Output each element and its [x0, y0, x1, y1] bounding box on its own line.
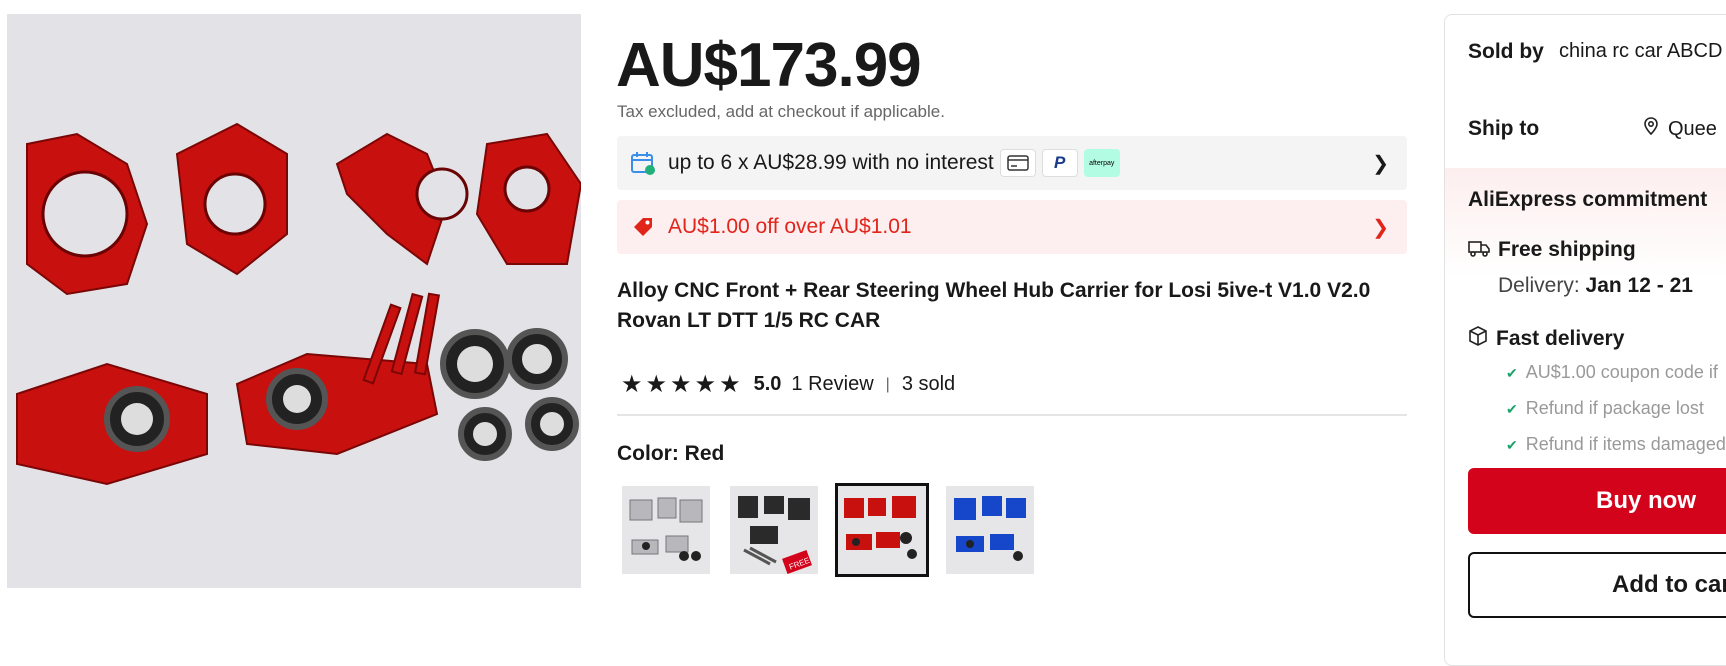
star-icon: ★: [719, 371, 741, 398]
ship-to-selector[interactable]: Quee: [1644, 117, 1717, 141]
commitment-section: [1445, 168, 1726, 468]
calendar-icon: [630, 150, 656, 176]
star-icon: ★: [621, 371, 643, 398]
box-icon: [1468, 326, 1488, 351]
perk-item: ✔ AU$1.00 coupon code if: [1506, 362, 1718, 382]
tax-note: Tax excluded, add at checkout if applica…: [617, 102, 945, 121]
chevron-right-icon: ❯: [1372, 217, 1389, 239]
coupon-bar[interactable]: AU$1.00 off over AU$1.01 ❯: [617, 200, 1407, 254]
delivery-row: Delivery: Jan 12 - 21: [1498, 274, 1693, 298]
color-label: Color: Red: [617, 442, 725, 465]
delivery-dates: Jan 12 - 21: [1585, 274, 1693, 297]
installment-text: up to 6 x AU$28.99 with no interest: [668, 151, 994, 174]
color-option-silver[interactable]: [622, 486, 710, 574]
star-icon: ★: [694, 371, 717, 398]
installment-bar[interactable]: up to 6 x AU$28.99 with no interest P af…: [617, 136, 1407, 190]
fast-delivery-label: Fast delivery: [1496, 326, 1625, 350]
perk-item: ✔ Refund if items damaged: [1506, 434, 1726, 454]
add-to-cart-button[interactable]: Add to car: [1468, 552, 1726, 618]
main-product-image[interactable]: [7, 14, 581, 588]
fast-delivery-row[interactable]: Fast delivery: [1468, 326, 1624, 351]
coupon-text: AU$1.00 off over AU$1.01: [668, 215, 912, 238]
free-shipping-label: Free shipping: [1498, 238, 1636, 261]
review-count[interactable]: 1 Review: [791, 373, 873, 396]
free-shipping-row[interactable]: Free shipping: [1468, 238, 1636, 262]
product-title: Alloy CNC Front + Rear Steering Wheel Hu…: [617, 279, 1371, 332]
check-icon: ✔: [1506, 437, 1518, 453]
color-option-black[interactable]: FREE: [730, 486, 818, 574]
divider: |: [885, 375, 890, 393]
card-icon: [999, 149, 1036, 177]
star-icon: ★: [670, 371, 692, 398]
rating-score: 5.0: [753, 373, 782, 395]
check-icon: ✔: [1506, 365, 1518, 381]
paypal-icon: P: [1041, 149, 1078, 177]
delivery-label: Delivery:: [1498, 274, 1580, 297]
check-icon: ✔: [1506, 401, 1518, 417]
price: AU$173.99: [616, 31, 922, 100]
sold-count: 3 sold: [901, 373, 956, 395]
chevron-right-icon: ❯: [1372, 153, 1389, 175]
color-option-blue[interactable]: [946, 486, 1034, 574]
perk-item: ✔ Refund if package lost: [1506, 398, 1704, 418]
ship-to-value: Quee: [1668, 117, 1717, 140]
color-option-red[interactable]: [835, 483, 929, 577]
rating-row[interactable]: ★ ★ ★ ★ ★ 5.0 1 Review | 3 sold: [621, 370, 955, 399]
afterpay-icon: afterpay: [1083, 149, 1120, 177]
location-pin-icon: [1644, 117, 1658, 141]
product-photo-hub-carriers-red: [7, 14, 581, 588]
ship-to-label: Ship to: [1468, 117, 1540, 140]
tag-icon: [630, 214, 656, 240]
commitment-title: AliExpress commitment: [1468, 188, 1708, 211]
seller-name[interactable]: china rc car ABCD: [1559, 40, 1722, 63]
star-icon: ★: [645, 371, 668, 398]
sold-by-label: Sold by: [1468, 40, 1544, 63]
buy-now-button[interactable]: Buy now: [1468, 468, 1726, 534]
truck-icon: [1468, 239, 1490, 262]
divider: [617, 414, 1407, 416]
